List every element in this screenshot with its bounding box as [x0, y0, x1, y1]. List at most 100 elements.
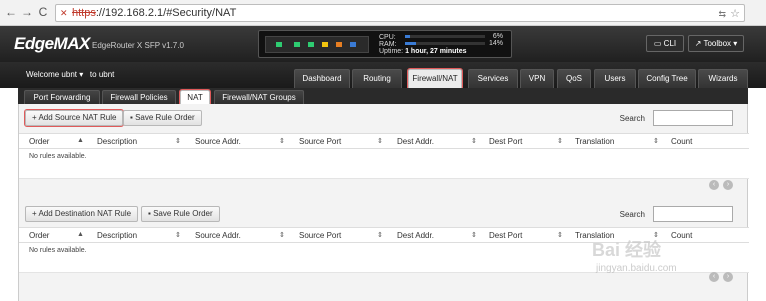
sort-asc-icon[interactable]: ▲ [77, 231, 84, 238]
col-source-addr[interactable]: Source Addr. [195, 137, 241, 146]
port-led [322, 42, 328, 47]
subtab-firewall-policies[interactable]: Firewall Policies [102, 90, 176, 104]
next-page-icon[interactable]: › [723, 272, 733, 282]
uptime-value: 1 hour, 27 minutes [405, 48, 467, 55]
welcome-menu[interactable]: Welcome ubnt ▾ to ubnt [26, 70, 114, 79]
toolbox-label: Toolbox [703, 39, 732, 48]
insecure-lock-icon: ✕ [60, 8, 68, 18]
plus-icon: + [32, 113, 37, 122]
sort-icon[interactable]: ⇕ [471, 137, 477, 145]
save-rule-order-button[interactable]: ▪ Save Rule Order [141, 206, 220, 222]
save-rule-order-label: Save Rule Order [135, 113, 195, 122]
subtab-port-forwarding[interactable]: Port Forwarding [24, 90, 100, 104]
save-rule-order-button[interactable]: ▪ Save Rule Order [123, 110, 202, 126]
tab-dashboard[interactable]: Dashboard [294, 69, 350, 88]
wrench-icon: ↗ [694, 39, 702, 48]
port-led [308, 42, 314, 47]
col-order[interactable]: Order [29, 137, 49, 146]
edgemax-logo: EdgeMAX [14, 34, 90, 53]
subtab-firewall-nat-groups[interactable]: Firewall/NAT Groups [214, 90, 304, 104]
col-source-port[interactable]: Source Port [299, 137, 341, 146]
main-nav: Welcome ubnt ▾ to ubnt Dashboard Routing… [0, 62, 766, 89]
source-nat-table-body: No rules available. [19, 149, 749, 179]
back-button[interactable]: ← [4, 5, 18, 19]
search-label: Search [619, 210, 645, 219]
tab-users[interactable]: Users [594, 69, 636, 88]
toolbox-button[interactable]: ↗ Toolbox ▾ [688, 35, 744, 52]
empty-message: No rules available. [29, 153, 87, 160]
sort-icon[interactable]: ⇕ [175, 231, 181, 239]
tab-services[interactable]: Services [468, 69, 518, 88]
chevron-down-icon: ▾ [733, 39, 738, 48]
col-dest-addr[interactable]: Dest Addr. [397, 137, 434, 146]
col-source-addr[interactable]: Source Addr. [195, 231, 241, 240]
reload-button[interactable]: C [36, 5, 50, 19]
ram-bar-fill [405, 42, 417, 45]
tab-vpn[interactable]: VPN [520, 69, 554, 88]
col-dest-port[interactable]: Dest Port [489, 137, 522, 146]
cli-button[interactable]: ▭ CLI [646, 35, 684, 52]
col-dest-addr[interactable]: Dest Addr. [397, 231, 434, 240]
port-led [350, 42, 356, 47]
sort-asc-icon[interactable]: ▲ [77, 137, 84, 144]
url-https: https [72, 7, 96, 19]
prev-page-icon[interactable]: ‹ [709, 272, 719, 282]
col-description[interactable]: Description [97, 231, 137, 240]
tab-wizards[interactable]: Wizards [698, 69, 748, 88]
sort-icon[interactable]: ⇕ [653, 137, 659, 145]
translate-icon[interactable]: ⇆ [718, 9, 726, 20]
terminal-icon: ▭ [653, 39, 662, 48]
save-icon: ▪ [130, 113, 133, 122]
col-count[interactable]: Count [671, 137, 692, 146]
bookmark-star-icon[interactable]: ☆ [730, 7, 740, 20]
add-source-nat-button[interactable]: + Add Source NAT Rule [23, 109, 125, 127]
tab-qos[interactable]: QoS [557, 69, 591, 88]
sort-icon[interactable]: ⇕ [557, 137, 563, 145]
subtab-nat[interactable]: NAT [179, 89, 211, 105]
empty-message: No rules available. [29, 247, 87, 254]
uptime-label: Uptime: [379, 48, 404, 55]
cpu-value: 6% [492, 33, 503, 40]
port-indicator [265, 36, 369, 53]
sort-icon[interactable]: ⇕ [377, 231, 383, 239]
port-led [276, 42, 282, 47]
port-led [294, 42, 300, 47]
baidu-watermark: Bai 经验 [592, 240, 662, 260]
sort-icon[interactable]: ⇕ [377, 137, 383, 145]
url-text[interactable]: https://192.168.2.1/#Security/NAT [72, 7, 236, 19]
status-panel: CPU: RAM: Uptime: 1 hour, 27 minutes 6% … [258, 30, 512, 58]
address-bar[interactable]: ✕ https://192.168.2.1/#Security/NAT ⇆ ☆ [55, 4, 745, 22]
search-input[interactable] [653, 206, 733, 222]
sort-icon[interactable]: ⇕ [279, 231, 285, 239]
search-input[interactable] [653, 110, 733, 126]
sub-nav: Port Forwarding Firewall Policies NAT Fi… [18, 88, 748, 105]
chevron-down-icon: ▾ [79, 70, 84, 79]
port-led [336, 42, 342, 47]
col-order[interactable]: Order [29, 231, 49, 240]
add-destination-nat-button[interactable]: + Add Destination NAT Rule [25, 206, 139, 222]
tab-routing[interactable]: Routing [352, 69, 402, 88]
col-dest-port[interactable]: Dest Port [489, 231, 522, 240]
save-icon: ▪ [148, 209, 151, 218]
col-translation[interactable]: Translation [575, 137, 614, 146]
sort-icon[interactable]: ⇕ [279, 137, 285, 145]
prev-page-icon[interactable]: ‹ [709, 180, 719, 190]
col-count[interactable]: Count [671, 231, 692, 240]
add-destination-nat-label: Add Destination NAT Rule [38, 209, 132, 218]
next-page-icon[interactable]: › [723, 180, 733, 190]
forward-button[interactable]: → [20, 5, 34, 19]
sort-icon[interactable]: ⇕ [471, 231, 477, 239]
col-source-port[interactable]: Source Port [299, 231, 341, 240]
plus-icon: + [32, 209, 37, 218]
tab-firewall-nat[interactable]: Firewall/NAT [407, 68, 463, 89]
col-description[interactable]: Description [97, 137, 137, 146]
tab-config-tree[interactable]: Config Tree [638, 69, 696, 88]
sort-icon[interactable]: ⇕ [557, 231, 563, 239]
ram-label: RAM: [379, 41, 397, 48]
app-header: EdgeMAX EdgeRouter X SFP v1.7.0 CPU: RAM… [0, 26, 766, 62]
ram-value: 14% [488, 40, 503, 47]
url-path: ://192.168.2.1/#Security/NAT [95, 7, 237, 19]
cpu-bar [405, 35, 485, 38]
sort-icon[interactable]: ⇕ [175, 137, 181, 145]
source-nat-table-header: Order ▲ Description ⇕ Source Addr. ⇕ Sou… [19, 133, 749, 149]
